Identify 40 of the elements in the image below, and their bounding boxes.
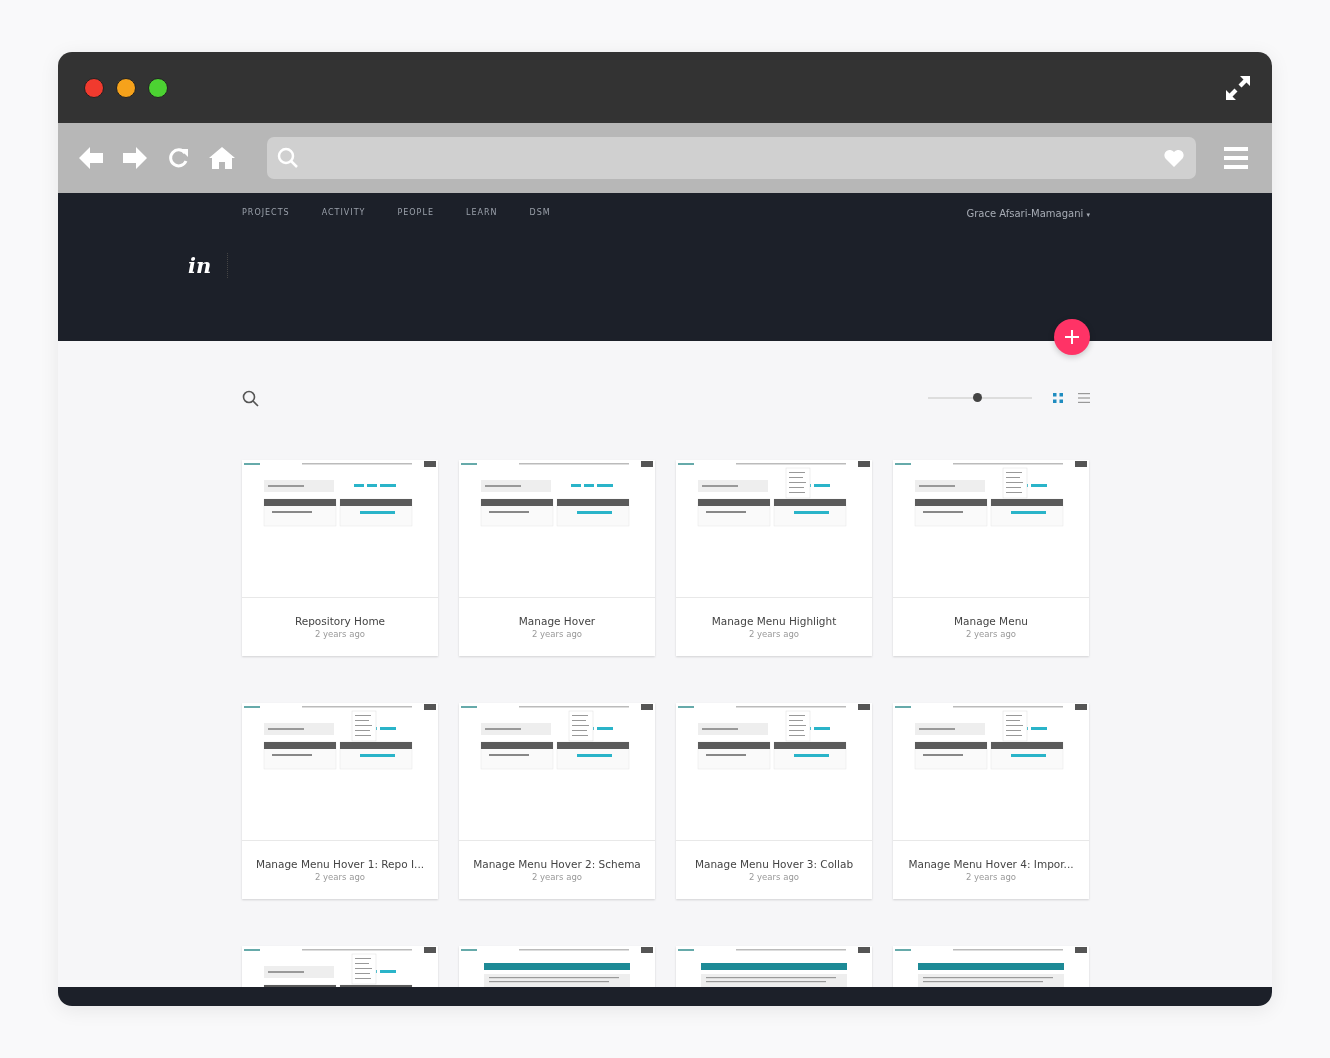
expand-icon[interactable] — [1224, 73, 1252, 102]
screen-card[interactable]: Manage Menu Highlight 2 years ago — [676, 460, 872, 656]
search-icon — [277, 147, 299, 169]
screen-title: Manage Hover — [518, 615, 596, 627]
add-button[interactable] — [1054, 319, 1090, 355]
screen-title: Manage Menu Highlight — [711, 615, 837, 627]
screen-timestamp: 2 years ago — [532, 872, 582, 882]
close-icon[interactable] — [84, 77, 104, 98]
screen-card[interactable]: Manage Menu Hover 1: Repo I... 2 years ago — [242, 703, 438, 899]
screen-timestamp: 2 years ago — [966, 872, 1016, 882]
nav-link[interactable]: LEARN — [465, 208, 498, 219]
screen-title: Manage Menu Hover 4: Impor... — [908, 858, 1074, 870]
screen-title: Manage Menu Hover 2: Schema — [473, 858, 641, 870]
minimize-icon[interactable] — [116, 77, 136, 98]
list-view-icon[interactable] — [1078, 392, 1090, 404]
screen-card[interactable]: Manage Menu Hover 2: Schema 2 years ago — [459, 703, 655, 899]
screen-card[interactable]: Manage Menu 2 years ago — [893, 460, 1089, 656]
screen-card[interactable]: Repository Home 2 years ago — [242, 460, 438, 656]
screen-title: Manage Menu Hover 1: Repo I... — [255, 858, 425, 870]
screen-card[interactable]: Manage Menu Hover 3: Collab 2 years ago — [676, 703, 872, 899]
screen-title: Manage Menu — [954, 615, 1028, 627]
screen-card[interactable]: Manage Hover 2 years ago — [459, 460, 655, 656]
zoom-icon[interactable] — [148, 77, 168, 98]
nav-link[interactable]: PEOPLE — [397, 208, 434, 219]
grid-view-icon[interactable] — [1052, 392, 1064, 404]
plus-icon — [1065, 330, 1079, 344]
logo[interactable]: in — [188, 253, 229, 278]
screen-timestamp: 2 years ago — [749, 872, 799, 882]
nav-link[interactable]: PROJECTS — [242, 208, 290, 219]
nav-link[interactable]: DSM — [529, 208, 551, 219]
screen-card[interactable]: Manage Menu Hover 4: Impor... 2 years ago — [893, 703, 1089, 899]
screen-timestamp: 2 years ago — [749, 629, 799, 639]
screen-timestamp: 2 years ago — [315, 872, 365, 882]
screen-title: Repository Home — [294, 615, 386, 627]
screen-timestamp: 2 years ago — [315, 629, 365, 639]
screen-timestamp: 2 years ago — [966, 629, 1016, 639]
search-icon[interactable] — [242, 389, 259, 407]
screen-title: Manage Menu Hover 3: Collab — [694, 858, 854, 870]
nav-link[interactable]: ACTIVITY — [321, 208, 366, 219]
screen-timestamp: 2 years ago — [532, 629, 582, 639]
